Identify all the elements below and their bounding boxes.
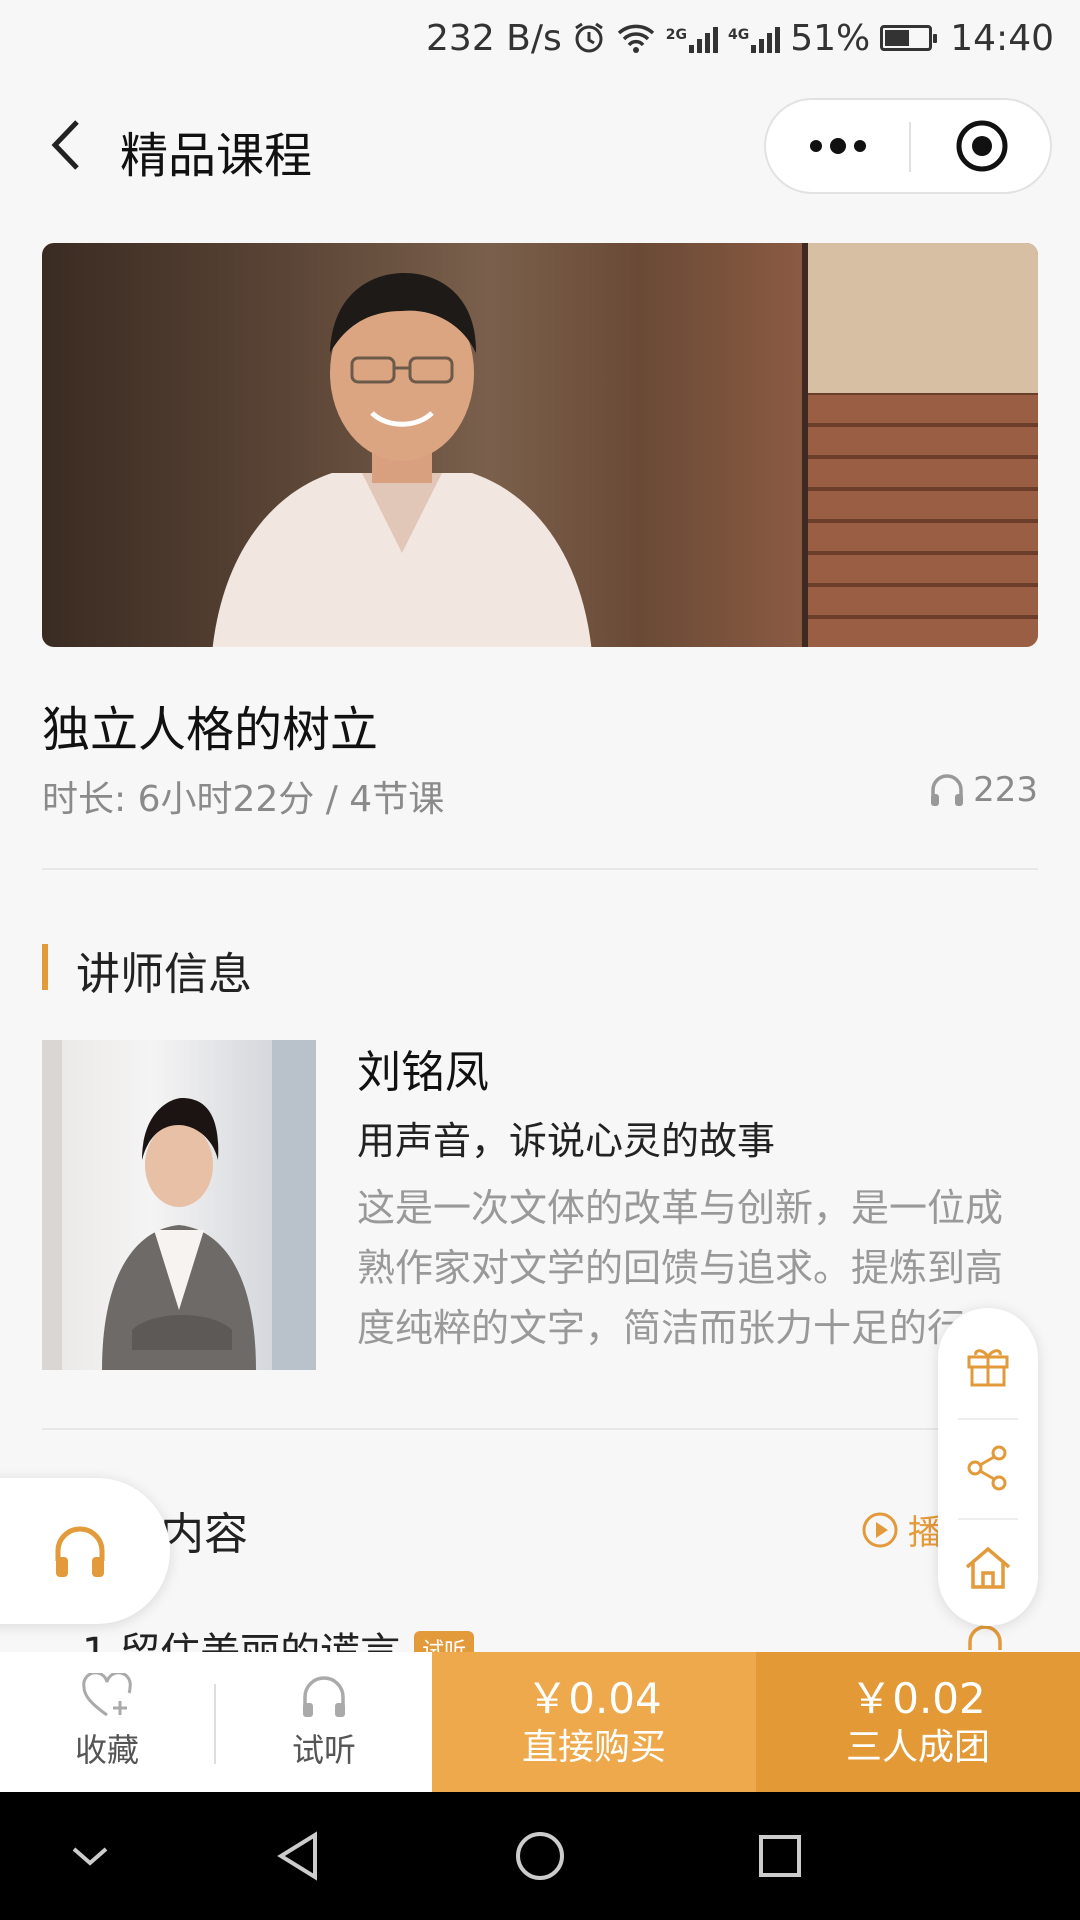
bottom-action-bar: 收藏 试听 ￥0.04 直接购买 ￥0.02 三人成团 xyxy=(0,1652,1080,1792)
teacher-photo-illustration xyxy=(42,1040,316,1370)
gift-button[interactable] xyxy=(938,1318,1038,1414)
share-icon xyxy=(967,1445,1007,1491)
more-button[interactable] xyxy=(766,100,910,192)
play-all-button[interactable]: 播 xyxy=(860,1505,942,1554)
buy-label: 直接购买 xyxy=(521,1727,666,1768)
close-mini-program-button[interactable] xyxy=(910,100,1054,192)
teacher-avatar[interactable] xyxy=(42,1040,316,1370)
home-icon xyxy=(965,1546,1011,1589)
teacher-section-title: 讲师信息 xyxy=(76,949,252,1000)
headphones-icon xyxy=(303,1676,345,1717)
group-buy-button[interactable]: ￥0.02 三人成团 xyxy=(756,1652,1080,1792)
heart-plus-icon xyxy=(82,1673,132,1717)
favorite-label: 收藏 xyxy=(74,1731,139,1769)
net-2g-label: 2G xyxy=(665,27,687,43)
headphones-icon xyxy=(931,774,964,806)
trial-listen-button[interactable]: 试听 xyxy=(216,1652,432,1792)
headphones-icon xyxy=(55,1526,105,1577)
buy-now-button[interactable]: ￥0.04 直接购买 xyxy=(432,1652,756,1792)
cover-person-illustration xyxy=(212,273,592,647)
chevron-down-icon xyxy=(72,1847,108,1866)
teacher-slogan: 用声音，诉说心灵的故事 xyxy=(357,1119,776,1163)
course-meta: 时长: 6小时22分 / 4节课 xyxy=(42,779,445,820)
system-nav-bar xyxy=(0,1792,1080,1920)
play-count: 223 xyxy=(927,770,1038,810)
nav-home-button[interactable] xyxy=(490,1816,590,1896)
nav-recents-button[interactable] xyxy=(730,1816,830,1896)
share-button[interactable] xyxy=(938,1420,1038,1516)
play-circle-icon xyxy=(862,1512,898,1547)
home-button[interactable] xyxy=(938,1520,1038,1616)
signal-4g-icon: 4G xyxy=(728,23,781,53)
floating-audio-player[interactable] xyxy=(0,1478,170,1624)
favorite-button[interactable]: 收藏 xyxy=(0,1652,214,1792)
course-cover-image[interactable] xyxy=(42,243,1038,647)
battery-icon xyxy=(880,25,938,51)
battery-percent: 51% xyxy=(790,17,871,59)
divider xyxy=(42,868,1038,870)
group-label: 三人成团 xyxy=(845,1727,990,1768)
header: 精品课程 xyxy=(0,90,1080,200)
nav-back-button[interactable] xyxy=(248,1816,348,1896)
alarm-icon xyxy=(572,21,606,55)
teacher-name: 刘铭凤 xyxy=(357,1047,489,1098)
square-recents-icon xyxy=(759,1835,801,1877)
circle-home-icon xyxy=(516,1832,564,1880)
mini-program-capsule xyxy=(764,98,1052,194)
section-accent-bar xyxy=(42,944,48,990)
buy-price: ￥0.04 xyxy=(526,1674,662,1723)
side-action-panel xyxy=(938,1308,1038,1626)
play-all-label: 播 xyxy=(908,1513,942,1553)
divider xyxy=(42,1428,1038,1430)
content-section-title: 内容 xyxy=(160,1509,248,1560)
more-dots-icon xyxy=(810,138,866,154)
course-title: 独立人格的树立 xyxy=(42,702,379,758)
clock: 14:40 xyxy=(950,17,1054,59)
page-title: 精品课程 xyxy=(120,128,313,184)
triangle-back-icon xyxy=(277,1831,317,1881)
play-count-value: 223 xyxy=(973,770,1038,810)
net-4g-label: 4G xyxy=(728,27,750,43)
cover-wall-top xyxy=(808,243,1038,393)
status-bar: 232 B/s 2G 4G 51% 14:40 xyxy=(0,0,1080,76)
teacher-description: 这是一次文体的改革与创新，是一位成熟作家对文学的回馈与追求。提炼到高度纯粹的文字… xyxy=(357,1186,1004,1350)
group-price: ￥0.02 xyxy=(850,1674,986,1723)
target-close-icon xyxy=(956,120,1008,172)
nav-hide-button[interactable] xyxy=(40,1816,140,1896)
back-button[interactable] xyxy=(36,112,96,178)
gift-icon xyxy=(967,1349,1009,1387)
wifi-icon xyxy=(616,21,656,55)
net-speed: 232 B/s xyxy=(426,17,562,59)
signal-2g-icon: 2G xyxy=(666,23,718,53)
chevron-left-icon xyxy=(51,120,79,170)
battery-fill xyxy=(885,30,909,46)
trial-label: 试听 xyxy=(291,1731,356,1769)
